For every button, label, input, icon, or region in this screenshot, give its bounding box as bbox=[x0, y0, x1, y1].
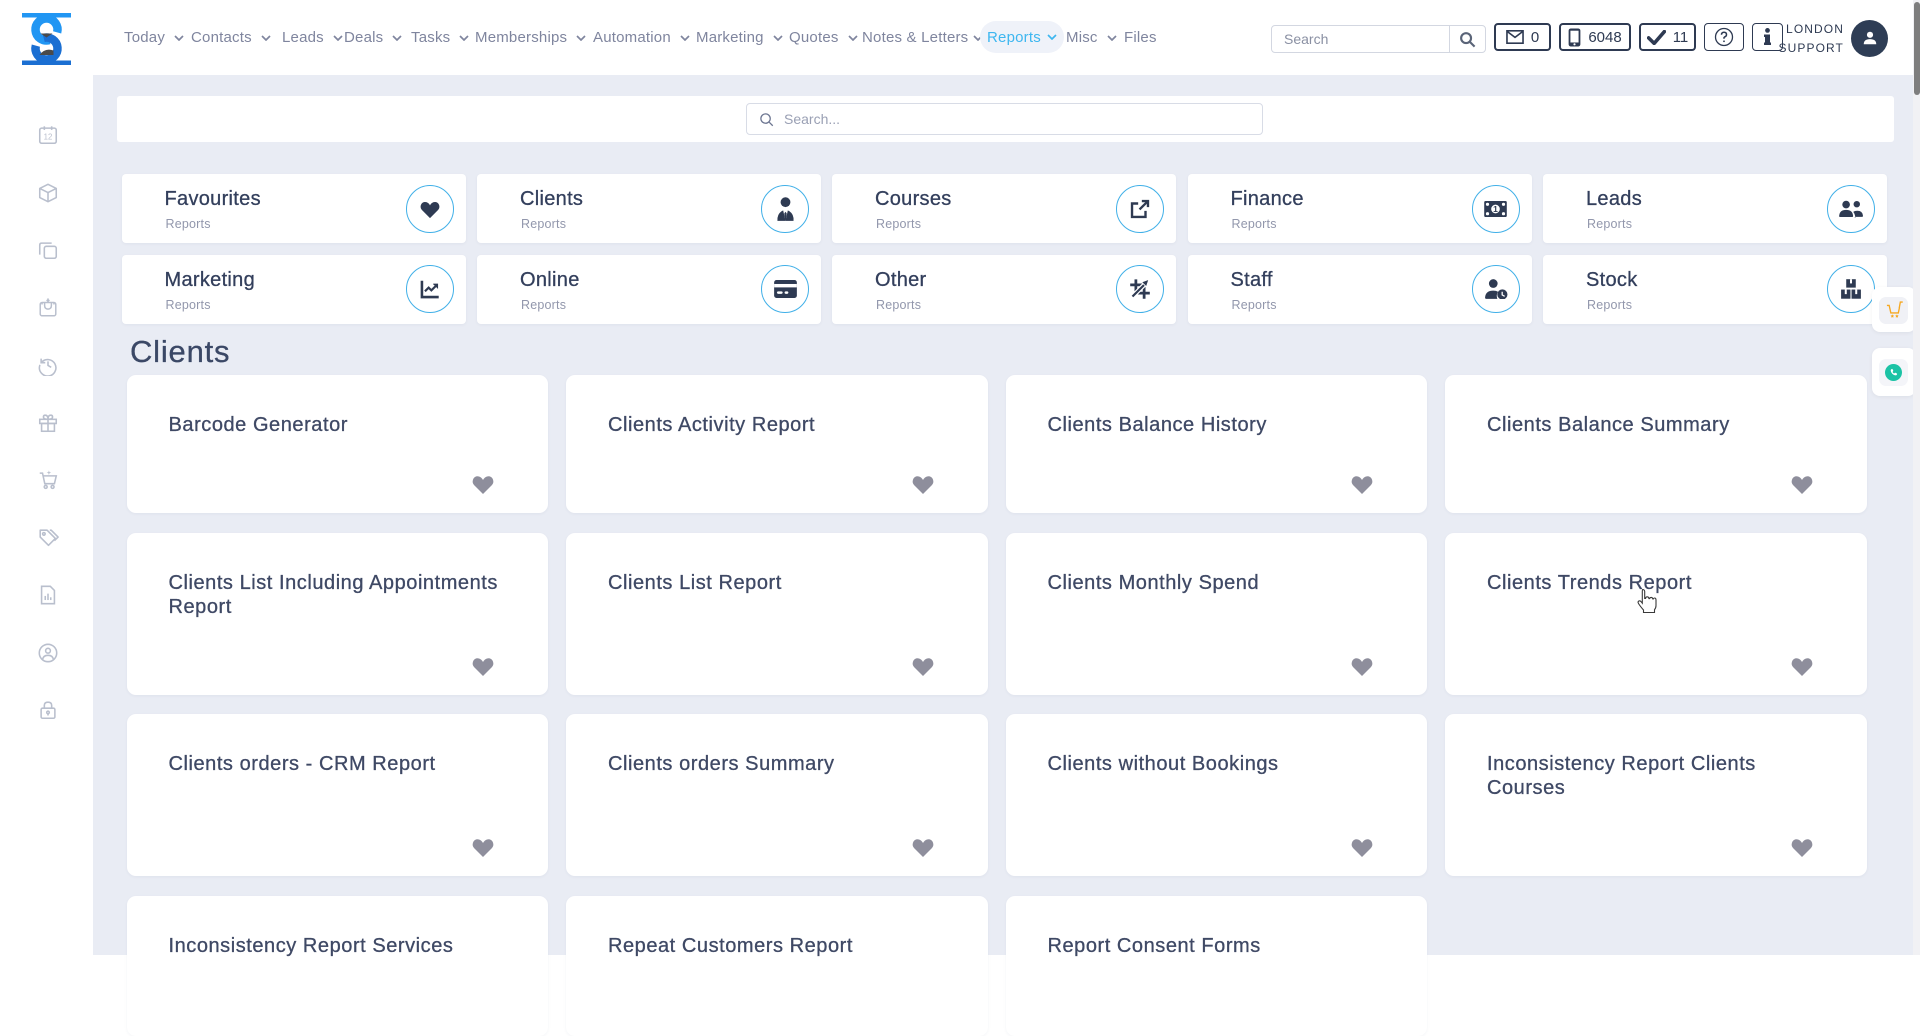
svg-text:12: 12 bbox=[44, 133, 53, 142]
svg-text:1: 1 bbox=[1493, 204, 1498, 214]
